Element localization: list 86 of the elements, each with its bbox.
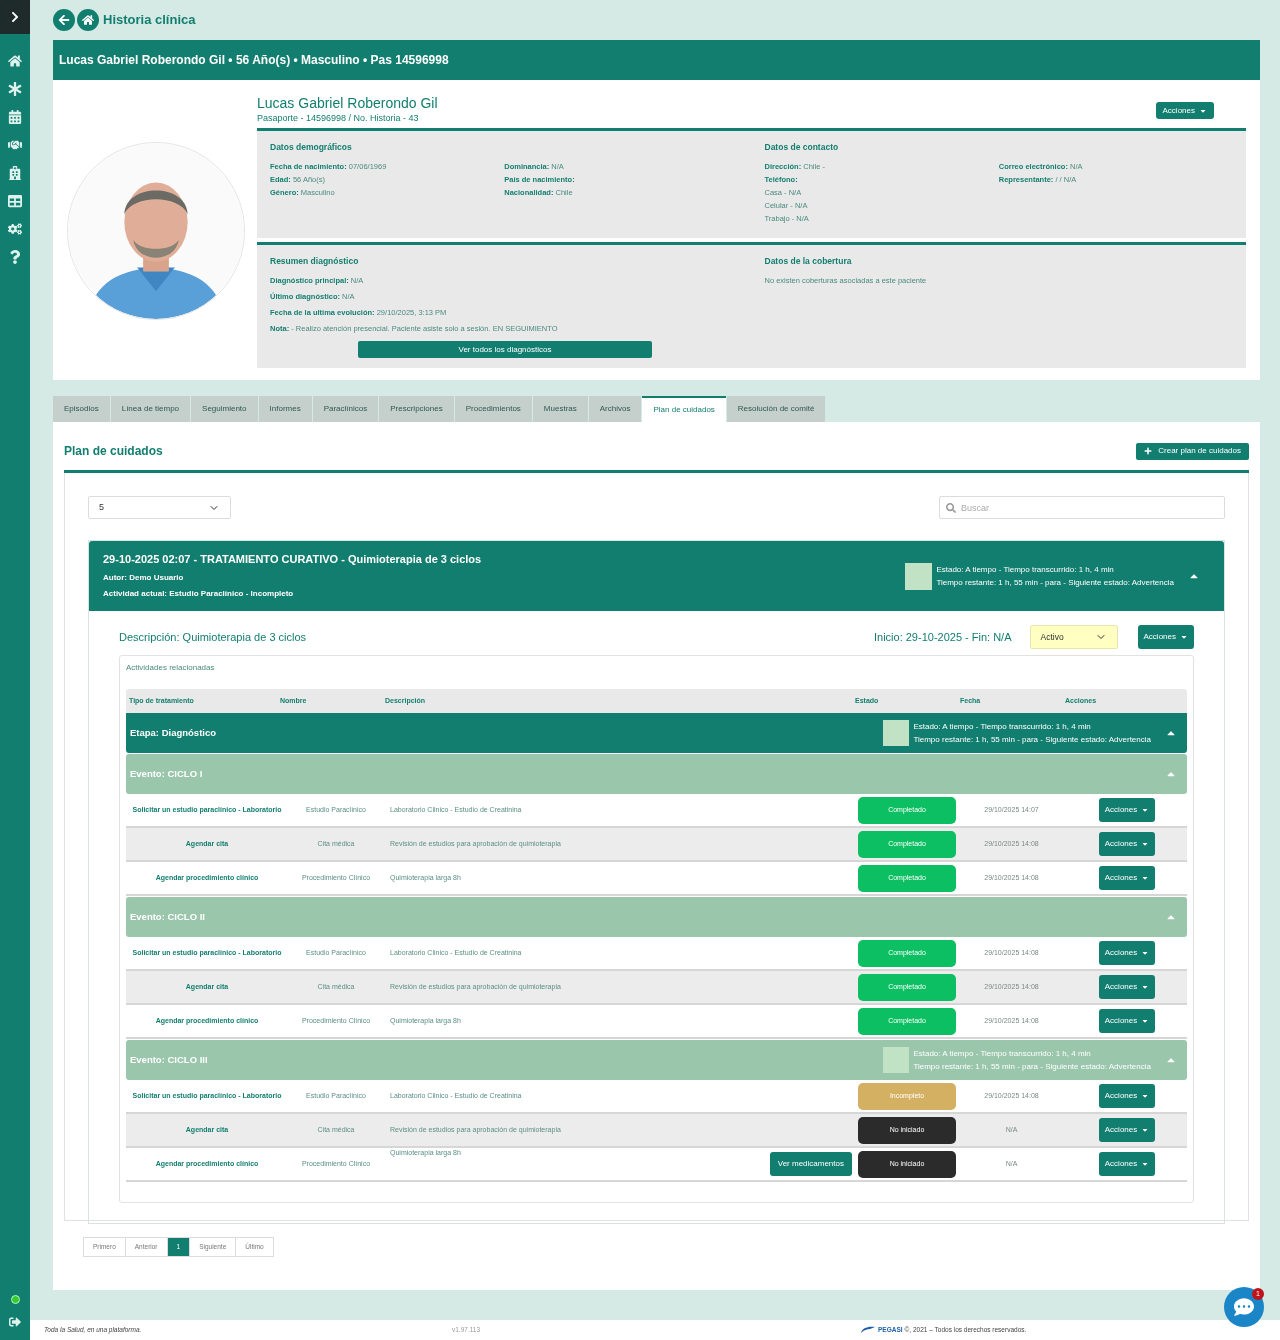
page-size-select[interactable]: 5 bbox=[88, 496, 231, 519]
caret-icon bbox=[1141, 1092, 1150, 1100]
tab[interactable]: Archivos bbox=[588, 396, 642, 422]
tab[interactable]: Procedimientos bbox=[454, 396, 532, 422]
search-icon bbox=[946, 502, 956, 513]
back-button[interactable] bbox=[53, 9, 75, 31]
home-button[interactable] bbox=[77, 9, 99, 31]
page-title: Historia clínica bbox=[103, 11, 196, 30]
tab[interactable]: Paraclínicos bbox=[312, 396, 379, 422]
current-activity-text: Actividad actual: Estudio Paraclínico - Incompleto bbox=[103, 587, 295, 600]
section-title: Resumen diagnóstico bbox=[270, 254, 360, 268]
event-title: Evento: CICLO I bbox=[130, 766, 203, 781]
calendar-icon[interactable] bbox=[8, 110, 22, 124]
actions-button[interactable]: Acciones bbox=[1155, 102, 1214, 119]
chat-icon bbox=[1234, 1297, 1254, 1317]
view-medications-button[interactable]: Ver medicamentos bbox=[769, 1152, 852, 1176]
patient-banner: Lucas Gabriel Roberondo Gil • 56 Año(s) • Masculino • Pas 14596998 bbox=[53, 40, 1260, 80]
asterisk-icon[interactable] bbox=[8, 82, 22, 96]
patient-name: Lucas Gabriel Roberondo Gil bbox=[257, 94, 438, 112]
caret-icon bbox=[1141, 1160, 1150, 1168]
caret-icon bbox=[1141, 1017, 1150, 1025]
caret-icon bbox=[1141, 806, 1150, 814]
actions-button[interactable]: Acciones bbox=[1098, 941, 1156, 965]
sidebar-toggle[interactable] bbox=[0, 0, 30, 34]
section-title: Datos de contacto bbox=[764, 141, 840, 154]
actions-button[interactable]: Acciones bbox=[1098, 1118, 1156, 1142]
caret-icon bbox=[1141, 949, 1150, 957]
tab[interactable]: Seguimiento bbox=[191, 396, 258, 422]
actions-button[interactable]: Acciones bbox=[1098, 798, 1156, 822]
arrow-left-icon bbox=[58, 14, 70, 26]
tab[interactable]: Prescripciones bbox=[379, 396, 454, 422]
tab[interactable]: Informes bbox=[258, 396, 312, 422]
search-field[interactable]: Buscar bbox=[961, 497, 1218, 518]
actions-button[interactable]: Acciones bbox=[1098, 832, 1156, 856]
handshake-icon[interactable] bbox=[8, 138, 22, 152]
section-title: Datos demográficos bbox=[270, 141, 353, 154]
status-text: Estado: A tiempo - Tiempo transcurrido: 1 h, 4 min bbox=[913, 1048, 1092, 1060]
logo-icon bbox=[860, 1326, 876, 1334]
event-title: Evento: CICLO II bbox=[130, 909, 205, 924]
home-icon[interactable] bbox=[8, 54, 22, 68]
home-icon bbox=[82, 14, 94, 26]
status-swatch bbox=[883, 1047, 910, 1073]
settings-icon[interactable] bbox=[8, 222, 22, 236]
status-swatch bbox=[883, 720, 910, 746]
chevron-right-icon bbox=[9, 11, 21, 23]
author-text: Autor: Demo Usuario bbox=[103, 571, 185, 584]
tab[interactable]: Plan de cuidados bbox=[642, 396, 726, 422]
section-title: Datos de la cobertura bbox=[764, 254, 853, 268]
tab[interactable]: Episodios bbox=[53, 396, 110, 422]
create-care-plan-button[interactable]: Crear plan de cuidados bbox=[1136, 442, 1249, 460]
status-text: Tiempo restante: 1 h, 55 min - para - Siguiente estado: Advertencia bbox=[913, 1061, 1151, 1073]
logout-icon[interactable] bbox=[9, 1316, 21, 1328]
actions-button[interactable]: Acciones bbox=[1098, 1084, 1156, 1108]
plan-dates: Inicio: 29-10-2025 - Fin: N/A bbox=[873, 629, 1012, 645]
search-box[interactable]: Buscar bbox=[939, 496, 1225, 519]
status-text: Estado: A tiempo - Tiempo transcurrido: 1 h, 4 min bbox=[913, 721, 1092, 733]
view-diagnoses-button[interactable]: Ver todos los diagnósticos bbox=[358, 341, 652, 359]
caret-icon bbox=[1141, 874, 1150, 882]
tab[interactable]: Línea de tiempo bbox=[110, 396, 191, 422]
plus-icon bbox=[1144, 447, 1153, 455]
tab[interactable]: Muestras bbox=[532, 396, 588, 422]
patient-id: Pasaporte - 14596998 / No. Historia - 43 bbox=[257, 112, 420, 124]
caret-icon bbox=[1141, 983, 1150, 991]
stage-title: Etapa: Diagnóstico bbox=[130, 725, 217, 740]
status-text: Tiempo restante: 1 h, 55 min - para - Siguiente estado: Advertencia bbox=[936, 577, 1174, 589]
tab[interactable]: Resolución de comité bbox=[726, 396, 826, 422]
actions-button[interactable]: Acciones bbox=[1098, 1009, 1156, 1033]
event-title: Evento: CICLO III bbox=[130, 1052, 208, 1067]
caret-icon bbox=[1141, 840, 1150, 848]
care-plan-title: 29-10-2025 02:07 - TRATAMIENTO CURATIVO - Quimioterapia de 3 ciclos bbox=[103, 551, 482, 567]
actions-button[interactable]: Acciones bbox=[1098, 1152, 1156, 1176]
table-icon[interactable] bbox=[8, 194, 22, 208]
status-text: Tiempo restante: 1 h, 55 min - para - Siguiente estado: Advertencia bbox=[913, 734, 1151, 746]
section-heading: Plan de cuidados bbox=[64, 443, 163, 460]
activities-caption: Actividades relacionadas bbox=[126, 662, 216, 674]
actions-button[interactable]: Acciones bbox=[1137, 625, 1194, 649]
actions-button[interactable]: Acciones bbox=[1098, 975, 1156, 999]
caret-icon bbox=[1180, 633, 1188, 641]
plan-state-select[interactable]: Activo bbox=[1029, 625, 1118, 649]
status-swatch bbox=[905, 562, 933, 590]
actions-button[interactable]: Acciones bbox=[1098, 866, 1156, 890]
help-icon[interactable] bbox=[8, 250, 22, 264]
status-text: Estado: A tiempo - Tiempo transcurrido: 1 h, 4 min bbox=[936, 564, 1115, 576]
caret-icon bbox=[1141, 1126, 1150, 1134]
hospital-icon[interactable] bbox=[8, 166, 22, 180]
plan-description: Descripción: Quimioterapia de 3 ciclos bbox=[119, 629, 308, 645]
